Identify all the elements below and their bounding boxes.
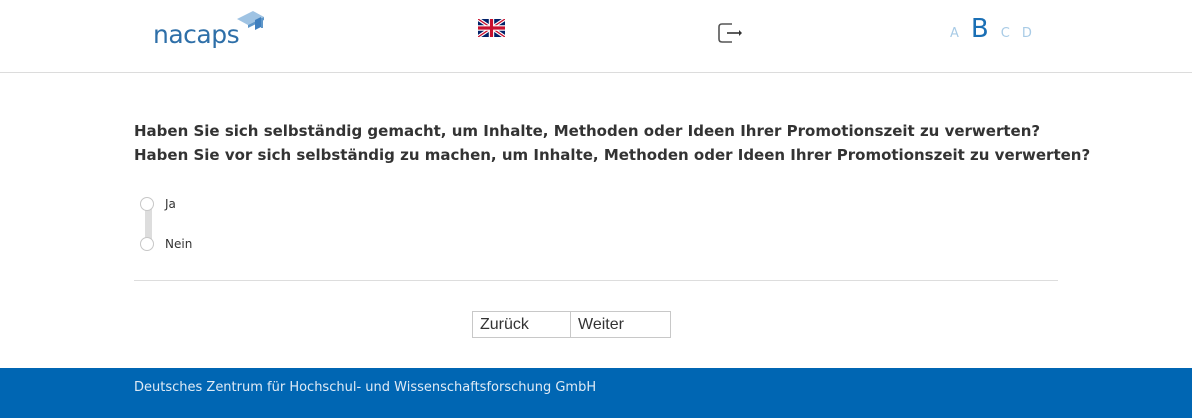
footer-text: Deutsches Zentrum für Hochschul- und Wis…	[134, 380, 597, 395]
question-text: Haben Sie sich selbständig gemacht, um I…	[134, 119, 1091, 167]
back-button[interactable]: Zurück	[472, 311, 571, 338]
graduation-cap-icon	[237, 11, 264, 30]
variant-selector: A B C D	[950, 14, 1044, 50]
question-line-2: Haben Sie vor sich selbständig zu machen…	[134, 146, 1091, 164]
option-ja[interactable]: Ja	[140, 196, 176, 212]
logo-text: nacaps	[153, 20, 240, 49]
answer-group: Ja Nein	[140, 195, 340, 255]
nacaps-logo[interactable]: nacaps	[153, 11, 273, 51]
option-nein[interactable]: Nein	[140, 236, 192, 252]
uk-flag-icon[interactable]	[478, 19, 505, 37]
variant-b[interactable]: B	[971, 14, 989, 44]
variant-a[interactable]: A	[950, 26, 959, 41]
divider	[134, 280, 1058, 281]
variant-d[interactable]: D	[1022, 26, 1032, 41]
radio-ja[interactable]	[140, 197, 154, 211]
option-label-nein: Nein	[165, 237, 193, 251]
option-label-ja: Ja	[165, 197, 176, 211]
radio-nein[interactable]	[140, 237, 154, 251]
question-line-1: Haben Sie sich selbständig gemacht, um I…	[134, 122, 1041, 140]
navigation-buttons: Zurück Weiter	[472, 311, 671, 338]
logout-icon[interactable]	[718, 23, 742, 43]
next-button[interactable]: Weiter	[571, 311, 671, 338]
variant-c[interactable]: C	[1001, 26, 1010, 41]
footer: Deutsches Zentrum für Hochschul- und Wis…	[0, 368, 1192, 418]
header: nacaps A B C D	[0, 0, 1192, 73]
